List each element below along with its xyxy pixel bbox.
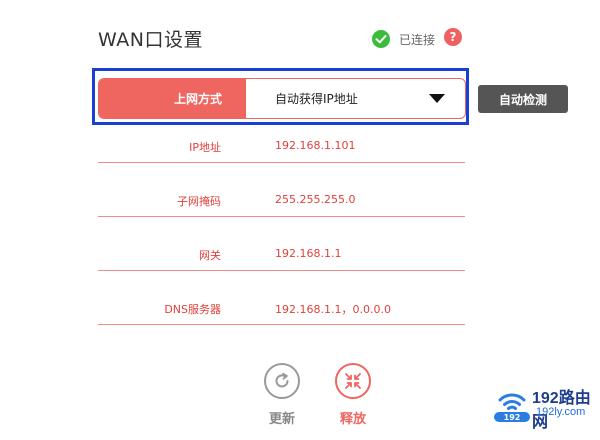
refresh-icon: [275, 372, 289, 388]
field-label: DNS服务器: [164, 303, 221, 316]
field-value: 192.168.1.1: [275, 247, 342, 260]
field-value: 192.168.1.1，0.0.0.0: [275, 303, 391, 316]
refresh-label[interactable]: 更新: [262, 408, 302, 427]
auto-detect-button[interactable]: 自动检测: [478, 85, 568, 113]
field-row-netmask: 子网掩码 255.255.255.0: [98, 162, 465, 217]
question-icon[interactable]: ?: [444, 28, 462, 46]
field-row-gateway: 网关 192.168.1.1: [98, 216, 465, 271]
collapse-arrows-icon: [345, 373, 361, 389]
wifi-logo-icon: 192: [494, 393, 530, 422]
release-circle[interactable]: [335, 363, 371, 399]
page-title: WAN口设置: [98, 29, 203, 51]
refresh-button[interactable]: 更新: [262, 363, 302, 427]
release-button[interactable]: 释放: [333, 363, 373, 427]
release-label[interactable]: 释放: [333, 408, 373, 427]
field-label: 子网掩码: [177, 195, 221, 208]
field-label: 网关: [199, 249, 221, 262]
connection-status: 已连接: [372, 29, 435, 49]
field-label: IP地址: [189, 141, 221, 154]
field-row-dns: DNS服务器 192.168.1.1，0.0.0.0: [98, 270, 465, 325]
refresh-circle[interactable]: [264, 363, 300, 399]
check-circle-icon: [372, 30, 390, 48]
watermark-domain: 192ly.com: [536, 406, 586, 418]
watermark: 192 192路由网 192ly.com: [484, 380, 598, 431]
field-value: 255.255.255.0: [275, 193, 356, 206]
chevron-down-icon[interactable]: [429, 94, 445, 103]
status-text: 已连接: [399, 32, 436, 47]
svg-text:192: 192: [504, 413, 521, 422]
field-value: 192.168.1.101: [275, 139, 356, 152]
field-row-ip: IP地址 192.168.1.101: [98, 108, 465, 163]
connection-mode-value: 自动获得IP地址: [275, 92, 358, 106]
